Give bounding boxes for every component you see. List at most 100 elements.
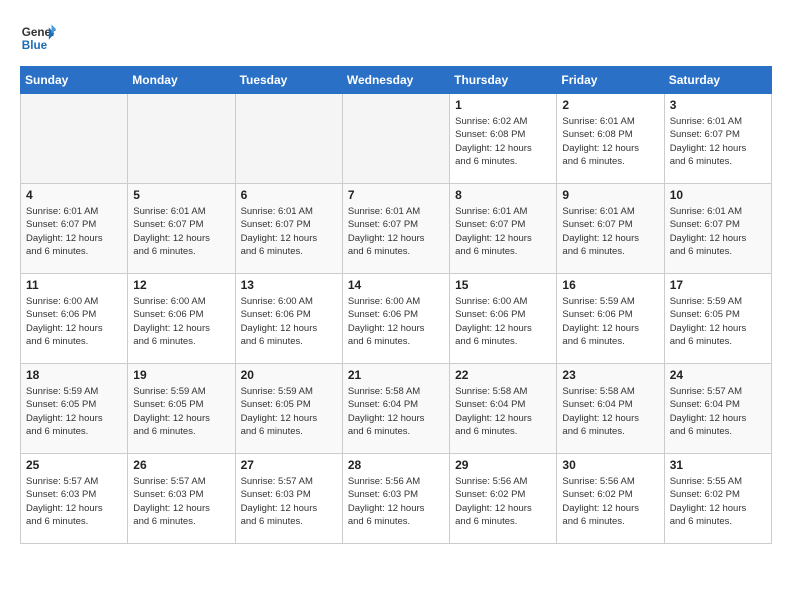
day-number: 3: [670, 98, 766, 112]
weekday-monday: Monday: [128, 67, 235, 94]
day-cell: 16Sunrise: 5:59 AM Sunset: 6:06 PM Dayli…: [557, 274, 664, 364]
day-info: Sunrise: 6:00 AM Sunset: 6:06 PM Dayligh…: [455, 295, 551, 348]
day-info: Sunrise: 5:58 AM Sunset: 6:04 PM Dayligh…: [562, 385, 658, 438]
day-info: Sunrise: 6:01 AM Sunset: 6:08 PM Dayligh…: [562, 115, 658, 168]
day-number: 5: [133, 188, 229, 202]
day-number: 20: [241, 368, 337, 382]
day-number: 13: [241, 278, 337, 292]
day-number: 9: [562, 188, 658, 202]
day-cell: 8 Sunrise: 6:01 AM Sunset: 6:07 PM Daylig…: [450, 184, 557, 274]
day-info: Sunrise: 6:01 AM Sunset: 6:07 PM Dayligh…: [241, 205, 337, 258]
day-number: 4: [26, 188, 122, 202]
day-number: 29: [455, 458, 551, 472]
day-info: Sunrise: 6:01 AM Sunset: 6:07 PM Dayligh…: [670, 115, 766, 168]
week-row-2: 4 Sunrise: 6:01 AM Sunset: 6:07 PM Daylig…: [21, 184, 772, 274]
day-info: Sunrise: 6:01 AM Sunset: 6:07 PM Dayligh…: [26, 205, 122, 258]
weekday-tuesday: Tuesday: [235, 67, 342, 94]
day-cell: 3 Sunrise: 6:01 AM Sunset: 6:07 PM Daylig…: [664, 94, 771, 184]
week-row-1: 1 Sunrise: 6:02 AM Sunset: 6:08 PM Daylig…: [21, 94, 772, 184]
day-info: Sunrise: 5:56 AM Sunset: 6:03 PM Dayligh…: [348, 475, 444, 528]
day-cell: 26 Sunrise: 5:57 AM Sunset: 6:03 PM Dayli…: [128, 454, 235, 544]
week-row-5: 25Sunrise: 5:57 AM Sunset: 6:03 PM Dayli…: [21, 454, 772, 544]
day-cell: 28 Sunrise: 5:56 AM Sunset: 6:03 PM Dayli…: [342, 454, 449, 544]
day-info: Sunrise: 6:01 AM Sunset: 6:07 PM Dayligh…: [562, 205, 658, 258]
day-info: Sunrise: 6:01 AM Sunset: 6:07 PM Dayligh…: [348, 205, 444, 258]
day-cell: 29 Sunrise: 5:56 AM Sunset: 6:02 PM Dayli…: [450, 454, 557, 544]
day-number: 6: [241, 188, 337, 202]
day-cell: 19 Sunrise: 5:59 AM Sunset: 6:05 PM Dayli…: [128, 364, 235, 454]
day-number: 23: [562, 368, 658, 382]
day-cell: 21 Sunrise: 5:58 AM Sunset: 6:04 PM Dayli…: [342, 364, 449, 454]
day-cell: 30 Sunrise: 5:56 AM Sunset: 6:02 PM Dayli…: [557, 454, 664, 544]
day-cell: 15 Sunrise: 6:00 AM Sunset: 6:06 PM Dayli…: [450, 274, 557, 364]
day-info: Sunrise: 6:00 AM Sunset: 6:06 PM Dayligh…: [26, 295, 122, 348]
day-cell: 12 Sunrise: 6:00 AM Sunset: 6:06 PM Dayli…: [128, 274, 235, 364]
day-info: Sunrise: 6:02 AM Sunset: 6:08 PM Dayligh…: [455, 115, 551, 168]
day-cell: 25Sunrise: 5:57 AM Sunset: 6:03 PM Dayli…: [21, 454, 128, 544]
weekday-thursday: Thursday: [450, 67, 557, 94]
weekday-friday: Friday: [557, 67, 664, 94]
day-info: Sunrise: 5:58 AM Sunset: 6:04 PM Dayligh…: [348, 385, 444, 438]
week-row-3: 11Sunrise: 6:00 AM Sunset: 6:06 PM Dayli…: [21, 274, 772, 364]
weekday-wednesday: Wednesday: [342, 67, 449, 94]
day-number: 1: [455, 98, 551, 112]
day-info: Sunrise: 5:56 AM Sunset: 6:02 PM Dayligh…: [455, 475, 551, 528]
day-number: 17: [670, 278, 766, 292]
day-number: 21: [348, 368, 444, 382]
weekday-sunday: Sunday: [21, 67, 128, 94]
day-cell: 18 Sunrise: 5:59 AM Sunset: 6:05 PM Dayli…: [21, 364, 128, 454]
day-info: Sunrise: 5:57 AM Sunset: 6:03 PM Dayligh…: [26, 475, 122, 528]
day-cell: [342, 94, 449, 184]
day-cell: 10Sunrise: 6:01 AM Sunset: 6:07 PM Dayli…: [664, 184, 771, 274]
day-cell: [128, 94, 235, 184]
day-number: 22: [455, 368, 551, 382]
day-cell: 23 Sunrise: 5:58 AM Sunset: 6:04 PM Dayli…: [557, 364, 664, 454]
day-info: Sunrise: 6:00 AM Sunset: 6:06 PM Dayligh…: [241, 295, 337, 348]
day-number: 14: [348, 278, 444, 292]
day-number: 15: [455, 278, 551, 292]
day-number: 8: [455, 188, 551, 202]
day-number: 12: [133, 278, 229, 292]
day-cell: 24 Sunrise: 5:57 AM Sunset: 6:04 PM Dayli…: [664, 364, 771, 454]
day-info: Sunrise: 5:58 AM Sunset: 6:04 PM Dayligh…: [455, 385, 551, 438]
day-number: 16: [562, 278, 658, 292]
day-number: 30: [562, 458, 658, 472]
day-number: 2: [562, 98, 658, 112]
weekday-saturday: Saturday: [664, 67, 771, 94]
day-number: 28: [348, 458, 444, 472]
day-info: Sunrise: 5:56 AM Sunset: 6:02 PM Dayligh…: [562, 475, 658, 528]
day-info: Sunrise: 5:57 AM Sunset: 6:03 PM Dayligh…: [133, 475, 229, 528]
day-cell: 17 Sunrise: 5:59 AM Sunset: 6:05 PM Dayli…: [664, 274, 771, 364]
day-info: Sunrise: 5:59 AM Sunset: 6:05 PM Dayligh…: [26, 385, 122, 438]
day-number: 18: [26, 368, 122, 382]
day-number: 19: [133, 368, 229, 382]
day-info: Sunrise: 5:59 AM Sunset: 6:05 PM Dayligh…: [133, 385, 229, 438]
day-cell: [21, 94, 128, 184]
day-cell: 11Sunrise: 6:00 AM Sunset: 6:06 PM Dayli…: [21, 274, 128, 364]
weekday-header-row: SundayMondayTuesdayWednesdayThursdayFrid…: [21, 67, 772, 94]
logo-icon: General Blue: [20, 20, 56, 56]
day-cell: 20 Sunrise: 5:59 AM Sunset: 6:05 PM Dayli…: [235, 364, 342, 454]
day-info: Sunrise: 5:59 AM Sunset: 6:05 PM Dayligh…: [241, 385, 337, 438]
day-info: Sunrise: 6:00 AM Sunset: 6:06 PM Dayligh…: [133, 295, 229, 348]
day-cell: 27 Sunrise: 5:57 AM Sunset: 6:03 PM Dayli…: [235, 454, 342, 544]
day-number: 26: [133, 458, 229, 472]
day-number: 27: [241, 458, 337, 472]
day-info: Sunrise: 5:57 AM Sunset: 6:03 PM Dayligh…: [241, 475, 337, 528]
day-info: Sunrise: 6:00 AM Sunset: 6:06 PM Dayligh…: [348, 295, 444, 348]
day-cell: 4 Sunrise: 6:01 AM Sunset: 6:07 PM Daylig…: [21, 184, 128, 274]
week-row-4: 18 Sunrise: 5:59 AM Sunset: 6:05 PM Dayli…: [21, 364, 772, 454]
day-cell: 5 Sunrise: 6:01 AM Sunset: 6:07 PM Daylig…: [128, 184, 235, 274]
day-cell: 9 Sunrise: 6:01 AM Sunset: 6:07 PM Daylig…: [557, 184, 664, 274]
calendar-table: SundayMondayTuesdayWednesdayThursdayFrid…: [20, 66, 772, 544]
day-number: 7: [348, 188, 444, 202]
day-info: Sunrise: 5:59 AM Sunset: 6:05 PM Dayligh…: [670, 295, 766, 348]
day-info: Sunrise: 5:55 AM Sunset: 6:02 PM Dayligh…: [670, 475, 766, 528]
day-cell: 6 Sunrise: 6:01 AM Sunset: 6:07 PM Daylig…: [235, 184, 342, 274]
day-info: Sunrise: 6:01 AM Sunset: 6:07 PM Dayligh…: [670, 205, 766, 258]
day-info: Sunrise: 6:01 AM Sunset: 6:07 PM Dayligh…: [455, 205, 551, 258]
day-info: Sunrise: 6:01 AM Sunset: 6:07 PM Dayligh…: [133, 205, 229, 258]
day-number: 31: [670, 458, 766, 472]
day-number: 24: [670, 368, 766, 382]
day-info: Sunrise: 5:57 AM Sunset: 6:04 PM Dayligh…: [670, 385, 766, 438]
